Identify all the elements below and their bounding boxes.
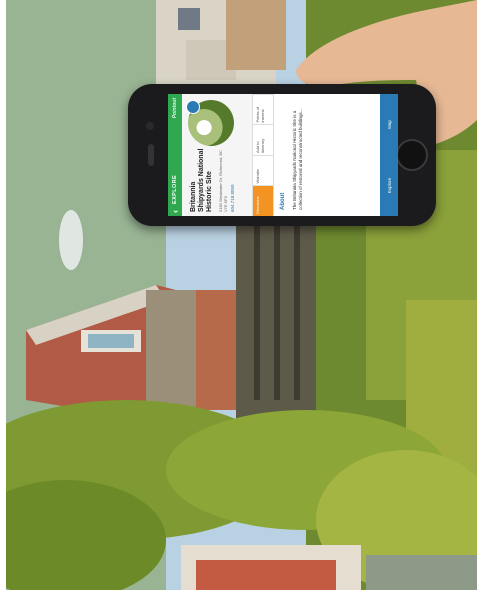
bottom-tab-bar: Explore Map xyxy=(380,94,398,216)
site-header: Britannia Shipyards National Historic Si… xyxy=(182,94,252,216)
about-text: The Britannia Shipyards National Histori… xyxy=(292,108,303,210)
tab-map[interactable]: Map xyxy=(387,94,392,155)
about-heading: About xyxy=(280,192,286,210)
site-title: Britannia Shipyards National Historic Si… xyxy=(190,148,213,212)
tab-explore[interactable]: Explore xyxy=(387,155,392,216)
app-topbar: ‹ EXPLORE Pointout xyxy=(168,94,182,216)
background-photo: ‹ EXPLORE Pointout Britannia Shipyards N… xyxy=(6,0,477,590)
action-row: Directions Website Add to itinerary Poin… xyxy=(252,94,274,216)
site-phone[interactable]: 604.718.8050 xyxy=(230,184,235,212)
speaker-grille xyxy=(148,144,154,166)
back-chevron-icon[interactable]: ‹ xyxy=(168,210,182,213)
topbar-label: EXPLORE xyxy=(172,174,178,204)
smartphone: ‹ EXPLORE Pointout Britannia Shipyards N… xyxy=(128,84,436,226)
action-website-button[interactable]: Website xyxy=(253,155,273,186)
home-button[interactable] xyxy=(396,139,428,171)
location-badge-icon xyxy=(186,100,200,114)
front-camera-icon xyxy=(146,122,154,130)
app-view: ‹ EXPLORE Pointout Britannia Shipyards N… xyxy=(168,94,398,216)
action-itinerary-button[interactable]: Add to itinerary xyxy=(253,124,273,155)
brand-logo: Pointout xyxy=(172,98,178,119)
action-points-button[interactable]: Points of interest xyxy=(253,94,273,125)
site-address: 5180 Westwater Dr, Richmond, BC V7E 6P3 xyxy=(218,150,228,212)
action-directions-button[interactable]: Directions xyxy=(253,185,273,216)
phone-screen: ‹ EXPLORE Pointout Britannia Shipyards N… xyxy=(168,94,398,216)
